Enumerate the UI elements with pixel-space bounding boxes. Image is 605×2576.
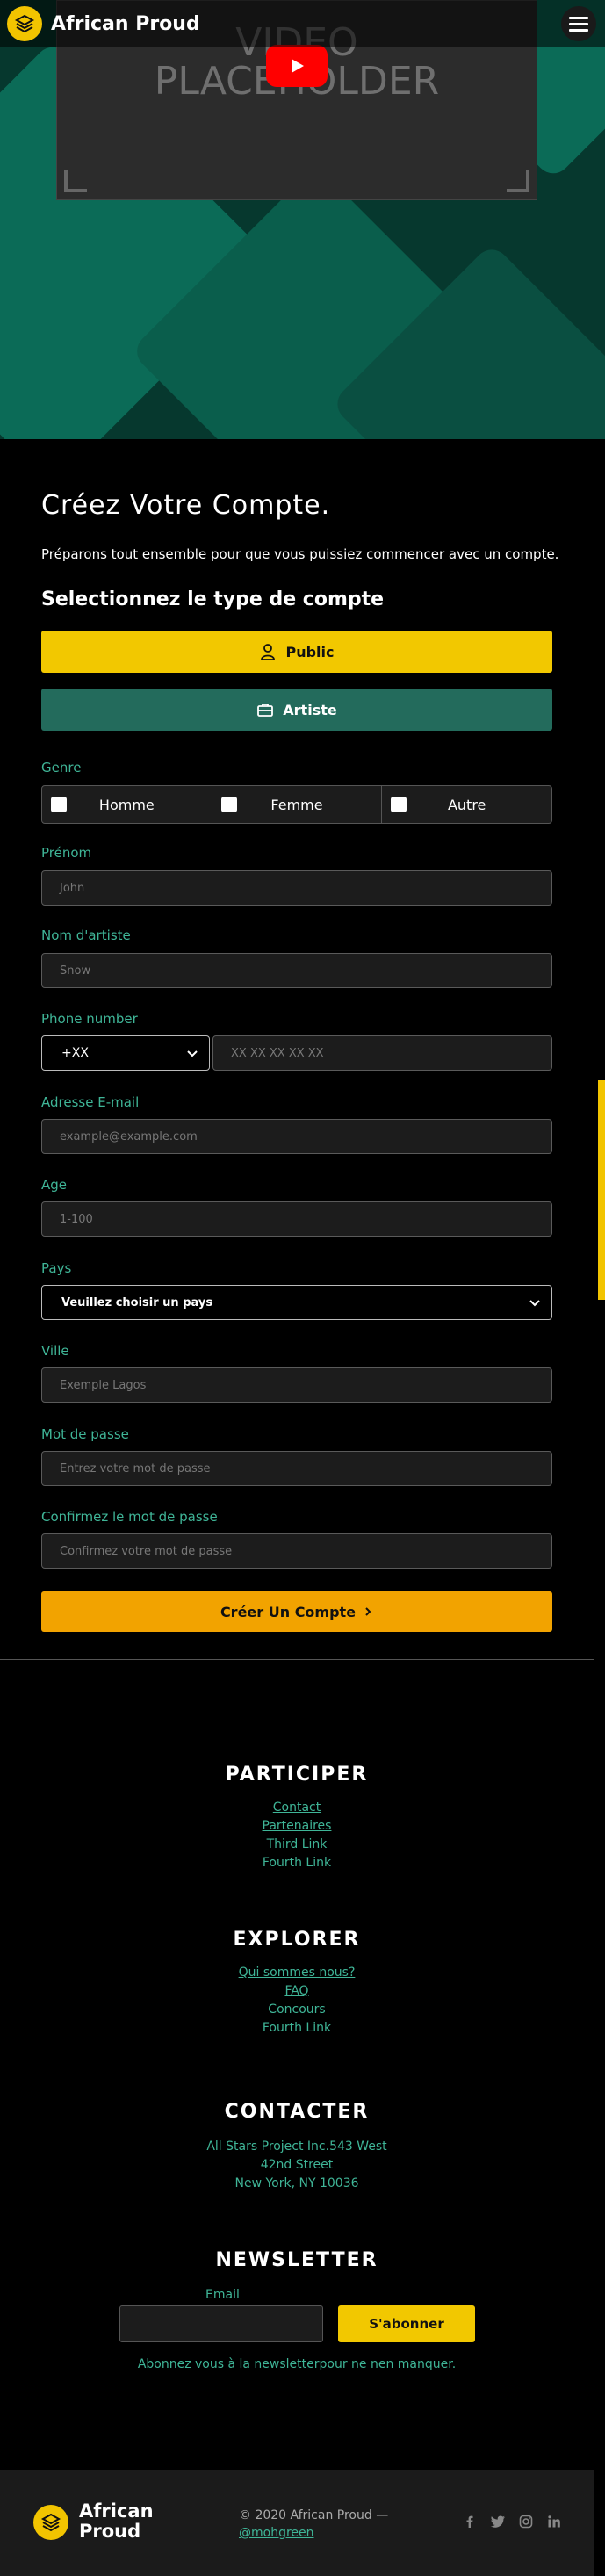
author-link[interactable]: @mohgreen	[239, 2524, 388, 2542]
confirm-password-label: Confirmez le mot de passe	[41, 1509, 218, 1525]
country-label: Pays	[41, 1260, 72, 1276]
page-title: Créez Votre Compte.	[41, 490, 331, 521]
phone-number-input[interactable]: XX XX XX XX XX	[212, 1035, 552, 1071]
newsletter-email-label: Email	[205, 2288, 240, 2302]
newsletter-title: NEWSLETTER	[215, 2249, 378, 2271]
city-input[interactable]: Exemple Lagos	[41, 1367, 552, 1403]
genre-options: Homme Femme Autre	[41, 785, 552, 824]
age-input[interactable]: 1-100	[41, 1201, 552, 1237]
top-navbar: African Proud	[0, 0, 605, 47]
footer-link-concours[interactable]: Concours	[0, 2002, 594, 2017]
brand-name[interactable]: African Proud	[51, 13, 200, 35]
public-account-button[interactable]: Public	[41, 631, 552, 673]
section-divider	[0, 1659, 594, 1660]
genre-option-homme[interactable]: Homme	[42, 786, 212, 823]
social-links	[462, 2514, 562, 2529]
youtube-play-icon[interactable]	[266, 45, 328, 87]
password-label: Mot de passe	[41, 1426, 129, 1442]
address-line: New York, NY 10036	[234, 2176, 359, 2190]
genre-option-autre[interactable]: Autre	[382, 786, 551, 823]
facebook-icon[interactable]	[462, 2514, 478, 2529]
copyright: © 2020 African Proud — @mohgreen	[239, 2508, 389, 2542]
brand-logo-icon[interactable]	[7, 6, 42, 41]
participer-title: PARTICIPER	[225, 1764, 369, 1786]
footer-link-faq[interactable]: FAQ	[0, 1984, 594, 1998]
email-label: Adresse E-mail	[41, 1094, 140, 1110]
briefcase-icon	[257, 704, 274, 717]
chevron-down-icon	[187, 1050, 198, 1057]
country-select[interactable]: Veuillez choisir un pays	[41, 1285, 552, 1320]
genre-option-femme[interactable]: Femme	[212, 786, 383, 823]
twitter-icon[interactable]	[490, 2514, 506, 2529]
footer-link-contact[interactable]: Contact	[0, 1800, 594, 1815]
age-label: Age	[41, 1177, 68, 1193]
user-icon	[261, 644, 276, 660]
footer-link-fourth[interactable]: Fourth Link	[0, 1856, 594, 1870]
footer-link-fourth-2[interactable]: Fourth Link	[0, 2021, 594, 2035]
newsletter-note: Abonnez vous à la newsletterpour ne nen …	[137, 2357, 457, 2371]
contacter-title: CONTACTER	[224, 2101, 370, 2123]
address-line: 42nd Street	[260, 2158, 334, 2172]
footer-link-partenaires[interactable]: Partenaires	[0, 1819, 594, 1833]
linkedin-icon[interactable]	[546, 2514, 562, 2529]
city-label: Ville	[41, 1343, 69, 1359]
genre-label: Genre	[41, 760, 82, 776]
newsletter-email-input[interactable]	[119, 2305, 323, 2342]
subscribe-button[interactable]: S'abonner	[338, 2305, 475, 2342]
footer-link-third[interactable]: Third Link	[0, 1837, 594, 1851]
scroll-indicator	[598, 1080, 605, 1300]
confirm-password-input[interactable]: Confirmez votre mot de passe	[41, 1533, 552, 1569]
phone-code-select[interactable]: +XX	[41, 1035, 210, 1071]
artist-name-label: Nom d'artiste	[41, 927, 131, 943]
corner-mark	[64, 170, 87, 192]
account-type-heading: Selectionnez le type de compte	[41, 588, 385, 610]
create-account-button[interactable]: Créer Un Compte	[41, 1591, 552, 1632]
first-name-input[interactable]: John	[41, 870, 552, 906]
brand-logo-icon[interactable]	[33, 2505, 68, 2540]
chevron-down-icon	[529, 1300, 540, 1307]
corner-mark	[507, 170, 529, 192]
first-name-label: Prénom	[41, 845, 92, 861]
chevron-right-icon	[365, 1607, 371, 1616]
email-input[interactable]: example@example.com	[41, 1119, 552, 1154]
artist-account-button[interactable]: Artiste	[41, 689, 552, 731]
password-input[interactable]: Entrez votre mot de passe	[41, 1451, 552, 1486]
address-line: All Stars Project Inc.543 West	[206, 2139, 387, 2154]
explorer-title: EXPLORER	[233, 1929, 361, 1951]
bottom-bar: African Proud © 2020 African Proud — @mo…	[0, 2470, 594, 2576]
artist-name-input[interactable]: Snow	[41, 953, 552, 988]
phone-label: Phone number	[41, 1011, 138, 1027]
hero-section: VIDEO PLACEHOLDER	[0, 0, 605, 439]
form-intro: Préparons tout ensemble pour que vous pu…	[41, 546, 559, 562]
footer-brand-name[interactable]: African Proud	[79, 2501, 154, 2542]
footer-link-about[interactable]: Qui sommes nous?	[0, 1966, 594, 1980]
hamburger-menu-icon[interactable]	[561, 6, 596, 41]
instagram-icon[interactable]	[518, 2514, 534, 2529]
